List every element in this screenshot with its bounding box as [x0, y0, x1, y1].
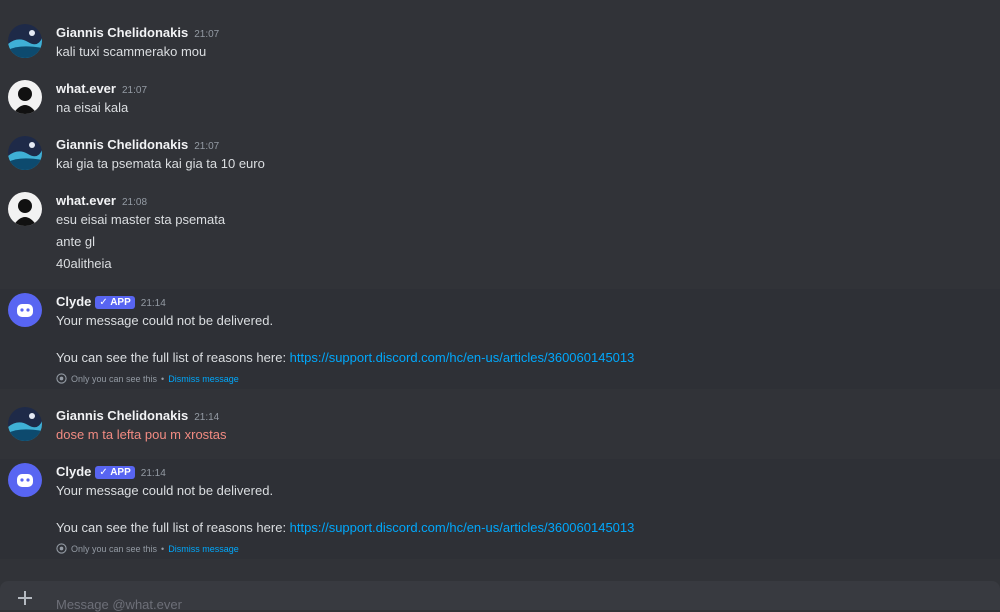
dismiss-link[interactable]: Dismiss message [168, 374, 239, 384]
dismiss-link[interactable]: Dismiss message [168, 544, 239, 554]
app-badge: ✓ APP [95, 296, 135, 309]
message-item: Giannis Chelidonakis 21:07 kali tuxi scam… [0, 20, 1000, 66]
message-text: na eisai kala [56, 100, 129, 115]
avatar-clyde[interactable] [8, 293, 42, 327]
message-text: kai gia ta psemata kai gia ta 10 euro [56, 156, 265, 171]
avatar-giannis[interactable] [8, 407, 42, 441]
message-item: Giannis Chelidonakis 21:07 kai gia ta pse… [0, 132, 1000, 178]
username[interactable]: Giannis Chelidonakis [56, 137, 188, 152]
timestamp: 21:07 [121, 85, 148, 96]
message-item: what.ever 21:08 esu eisai master sta psem… [0, 188, 1000, 278]
username[interactable]: Giannis Chelidonakis [56, 408, 188, 423]
timestamp: 21:14 [140, 298, 166, 309]
message-item: Giannis Chelidonakis 21:14 dose m ta left… [0, 403, 1000, 449]
timestamp: 21:07 [194, 141, 220, 152]
timestamp: 21:14 [140, 468, 166, 479]
ephemeral-text: Only you can see this [71, 373, 158, 384]
avatar-giannis[interactable] [8, 24, 42, 58]
timestamp: 21:14 [194, 412, 220, 423]
timestamp: 21:08 [121, 197, 148, 208]
avatar-whatever[interactable] [8, 192, 42, 226]
message-text: You can see the full list of reasons her… [56, 350, 635, 365]
message-text: Your message could not be delivered. [56, 313, 274, 328]
ephemeral-notice: Only you can see this • Dismiss message [56, 543, 239, 554]
message-text: ante gl [56, 234, 96, 249]
eye-icon [56, 373, 67, 384]
username[interactable]: what.ever [56, 81, 116, 96]
clyde-message: Clyde ✓ APP 21:14 Your message could not b… [0, 289, 1000, 389]
clyde-message: Clyde ✓ APP 21:14 Your message could not b… [0, 459, 1000, 559]
username[interactable]: Giannis Chelidonakis [56, 25, 188, 40]
message-text: You can see the full list of reasons her… [56, 520, 635, 535]
add-attachment-icon[interactable] [16, 589, 34, 607]
avatar-whatever[interactable] [8, 80, 42, 114]
support-link[interactable]: https://support.discord.com/hc/en-us/art… [290, 350, 635, 365]
support-link[interactable]: https://support.discord.com/hc/en-us/art… [290, 520, 635, 535]
app-badge: ✓ APP [95, 466, 135, 479]
username[interactable]: Clyde [56, 464, 91, 479]
timestamp: 21:07 [194, 29, 220, 40]
message-text: Your message could not be delivered. [56, 483, 274, 498]
ephemeral-text: Only you can see this [71, 543, 158, 554]
avatar-giannis[interactable] [8, 136, 42, 170]
message-composer[interactable]: Message @what.ever [0, 581, 1000, 612]
message-text: kali tuxi scammerako mou [56, 44, 207, 59]
message-text: esu eisai master sta psemata [56, 212, 226, 227]
avatar-clyde[interactable] [8, 463, 42, 497]
failed-message-text: dose m ta lefta pou m xrostas [56, 427, 227, 442]
message-text: 40alitheia [56, 256, 112, 271]
username[interactable]: Clyde [56, 294, 91, 309]
username[interactable]: what.ever [56, 193, 116, 208]
eye-icon [56, 543, 67, 554]
ephemeral-notice: Only you can see this • Dismiss message [56, 373, 239, 384]
message-item: what.ever 21:07 na eisai kala [0, 76, 1000, 122]
